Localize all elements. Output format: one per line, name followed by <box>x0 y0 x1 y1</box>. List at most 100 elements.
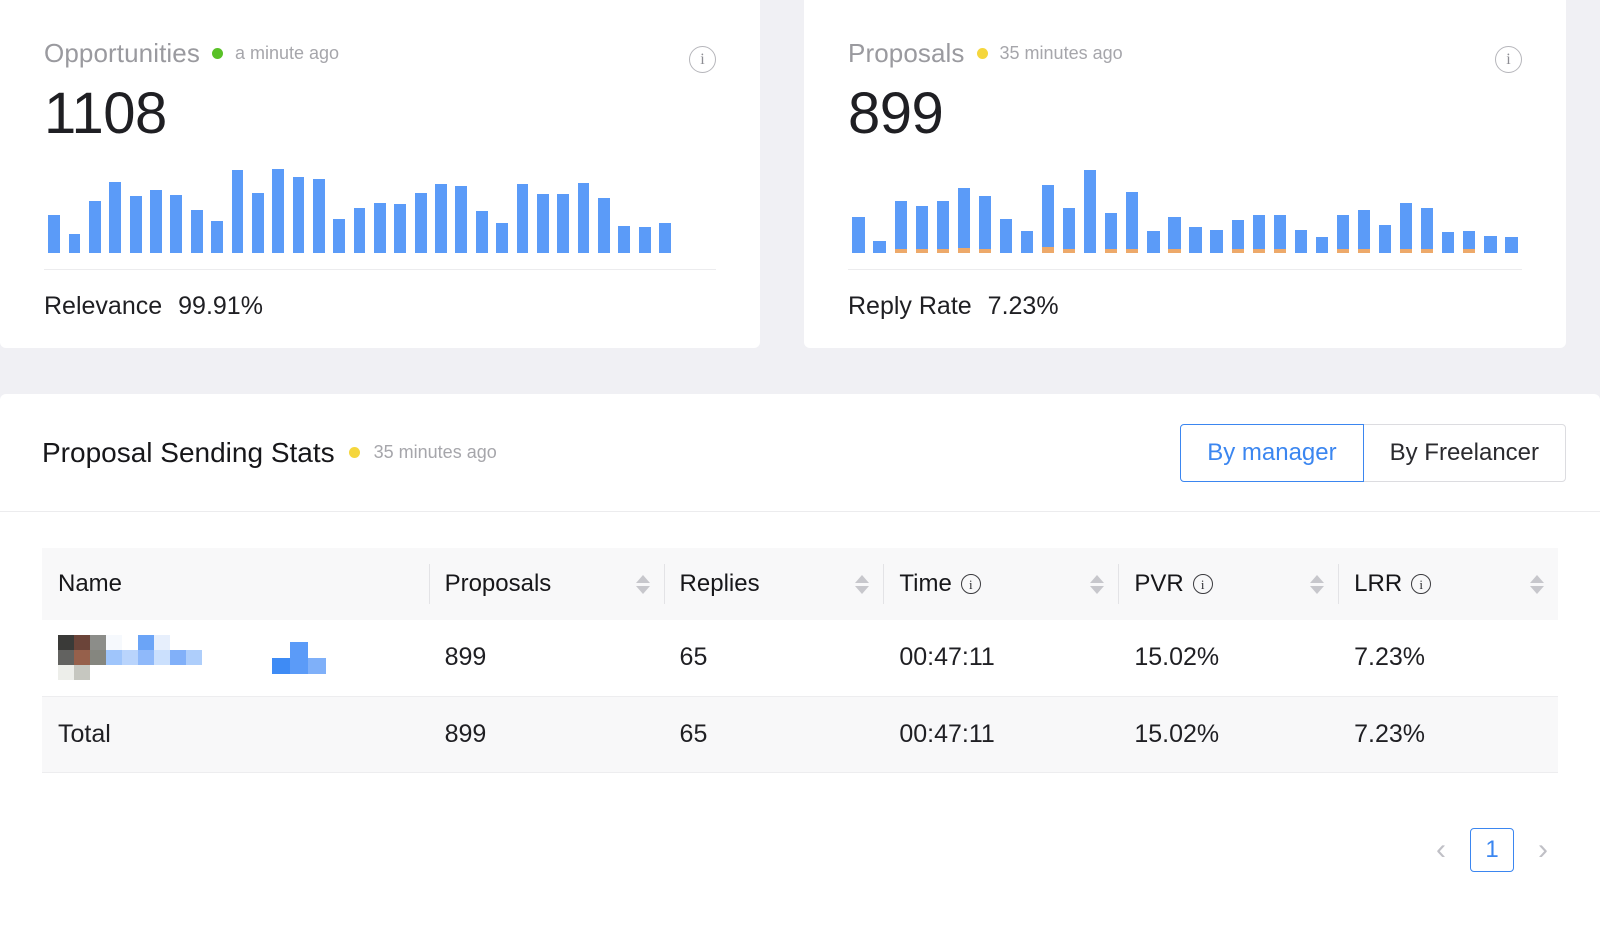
chart-bar-segment <box>231 170 244 253</box>
chart-bar-segment <box>597 197 610 253</box>
chart-bar <box>390 167 410 253</box>
chart-bar <box>1269 167 1290 253</box>
mosaic-pixel <box>170 635 186 651</box>
panel-header: Proposal Sending Stats 35 minutes ago By… <box>0 394 1600 512</box>
column-header-proposals[interactable]: Proposals <box>428 548 664 620</box>
dashboard-page: Opportunities a minute ago i 1108 Releva… <box>0 0 1600 928</box>
kpi-title: Opportunities <box>44 37 200 68</box>
chart-bar-segment <box>1294 229 1307 253</box>
cell-proposals: 899 <box>428 620 664 697</box>
column-header-lrr[interactable]: LRR i <box>1338 548 1558 620</box>
chart-bar <box>1122 167 1143 253</box>
info-icon[interactable]: i <box>960 574 981 594</box>
chart-bar <box>44 167 64 253</box>
chart-bar-segment <box>1105 213 1118 250</box>
mosaic-pixel <box>272 657 290 674</box>
kpi-value: 899 <box>848 81 944 146</box>
panel-title-group: Proposal Sending Stats 35 minutes ago <box>42 437 497 469</box>
chart-bar-segment <box>852 216 865 253</box>
tab-by-manager[interactable]: By manager <box>1180 423 1364 482</box>
chart-bar-segment <box>1357 209 1371 250</box>
chart-bar <box>1438 167 1459 253</box>
sort-icon[interactable] <box>1310 574 1325 594</box>
chart-bar-segment <box>1063 249 1076 253</box>
chart-bar <box>288 167 308 253</box>
chart-bar-segment <box>89 201 101 253</box>
status-dot <box>348 447 360 458</box>
chart-bar-segment <box>190 209 203 253</box>
mosaic-pixel <box>154 635 170 651</box>
tab-by-freelancer[interactable]: By Freelancer <box>1362 423 1566 482</box>
chart-bar-segment <box>1273 215 1286 250</box>
chart-bar <box>953 167 974 253</box>
pagination: ‹ 1 › <box>1426 828 1558 872</box>
chart-bar <box>105 167 125 253</box>
chart-bar-segment <box>455 185 468 253</box>
chart-bar-segment <box>659 222 671 253</box>
chart-bar <box>410 167 430 253</box>
kpi-title: Proposals <box>848 37 965 68</box>
column-header-replies[interactable]: Replies <box>663 548 884 620</box>
chart-bar-segment <box>1315 237 1328 253</box>
sort-icon[interactable] <box>1530 574 1544 594</box>
page-title: Proposal Sending Stats <box>42 436 335 468</box>
mosaic-pixel <box>122 650 138 666</box>
chart-bar-segment <box>68 233 81 253</box>
info-icon[interactable]: i <box>1495 46 1522 73</box>
page-number-1[interactable]: 1 <box>1470 828 1514 872</box>
info-icon[interactable]: i <box>1411 574 1432 594</box>
kpi-card-opportunities: Opportunities a minute ago i 1108 Releva… <box>0 0 760 348</box>
chevron-right-icon[interactable]: › <box>1528 835 1558 865</box>
chart-bar-segment <box>1421 249 1434 253</box>
chart-bar-segment <box>1231 249 1244 253</box>
redacted-badge-mosaic <box>272 641 326 674</box>
column-label: Replies <box>679 570 760 597</box>
kpi-metric-value: 7.23% <box>987 291 1059 320</box>
kpi-updated-label: a minute ago <box>234 42 340 63</box>
chart-bar <box>370 167 390 253</box>
sort-icon[interactable] <box>855 574 870 594</box>
cell-total-pvr: 15.02% <box>1118 696 1339 773</box>
cell-name <box>42 620 429 697</box>
sort-icon[interactable] <box>1090 574 1105 594</box>
column-header-pvr[interactable]: PVR i <box>1118 548 1339 620</box>
chart-bar <box>1164 167 1185 253</box>
chart-bar <box>492 167 512 253</box>
sort-icon[interactable] <box>635 574 650 594</box>
mosaic-pixel <box>122 665 138 681</box>
chart-bar <box>166 167 186 253</box>
mosaic-pixel <box>138 650 154 666</box>
column-header-time[interactable]: Time i <box>883 548 1119 620</box>
chevron-left-icon[interactable]: ‹ <box>1426 835 1456 865</box>
chart-bar <box>1101 167 1122 253</box>
chart-bar-segment <box>1105 249 1118 253</box>
table-header: Name Proposals Replies Time i PVR i LRR … <box>42 548 1558 620</box>
chart-bar-segment <box>1020 231 1034 253</box>
chart-bar-segment <box>1168 249 1181 253</box>
table-total-row: Total 899 65 00:47:11 15.02% 7.23% <box>42 696 1558 773</box>
table-header-row: Name Proposals Replies Time i PVR i LRR … <box>42 548 1558 620</box>
mosaic-pixel <box>138 665 154 681</box>
info-icon[interactable]: i <box>1192 574 1213 594</box>
divider <box>848 268 1522 270</box>
chart-bar <box>227 167 247 253</box>
chart-bar-segment <box>170 195 183 253</box>
column-label: Proposals <box>444 570 552 597</box>
status-dot <box>211 47 223 59</box>
kpi-header: Proposals 35 minutes ago <box>848 37 1522 68</box>
column-label: Time <box>899 570 952 597</box>
chart-bar-segment <box>978 196 991 250</box>
kpi-metric-label: Reply Rate <box>848 291 972 320</box>
chart-bar-segment <box>957 247 970 253</box>
kpi-metric-label: Relevance <box>44 291 163 320</box>
chart-bar <box>995 167 1016 253</box>
kpi-footer: Relevance 99.91% <box>44 292 716 321</box>
chart-bar <box>309 167 329 253</box>
table-row[interactable]: 899 65 00:47:11 15.02% 7.23% <box>42 620 1558 697</box>
column-label: LRR <box>1354 570 1403 597</box>
chart-bar <box>1080 167 1101 253</box>
chart-bar <box>349 167 369 253</box>
column-header-name[interactable]: Name <box>42 548 429 620</box>
info-icon[interactable]: i <box>689 46 716 73</box>
chart-bar <box>1038 167 1059 253</box>
